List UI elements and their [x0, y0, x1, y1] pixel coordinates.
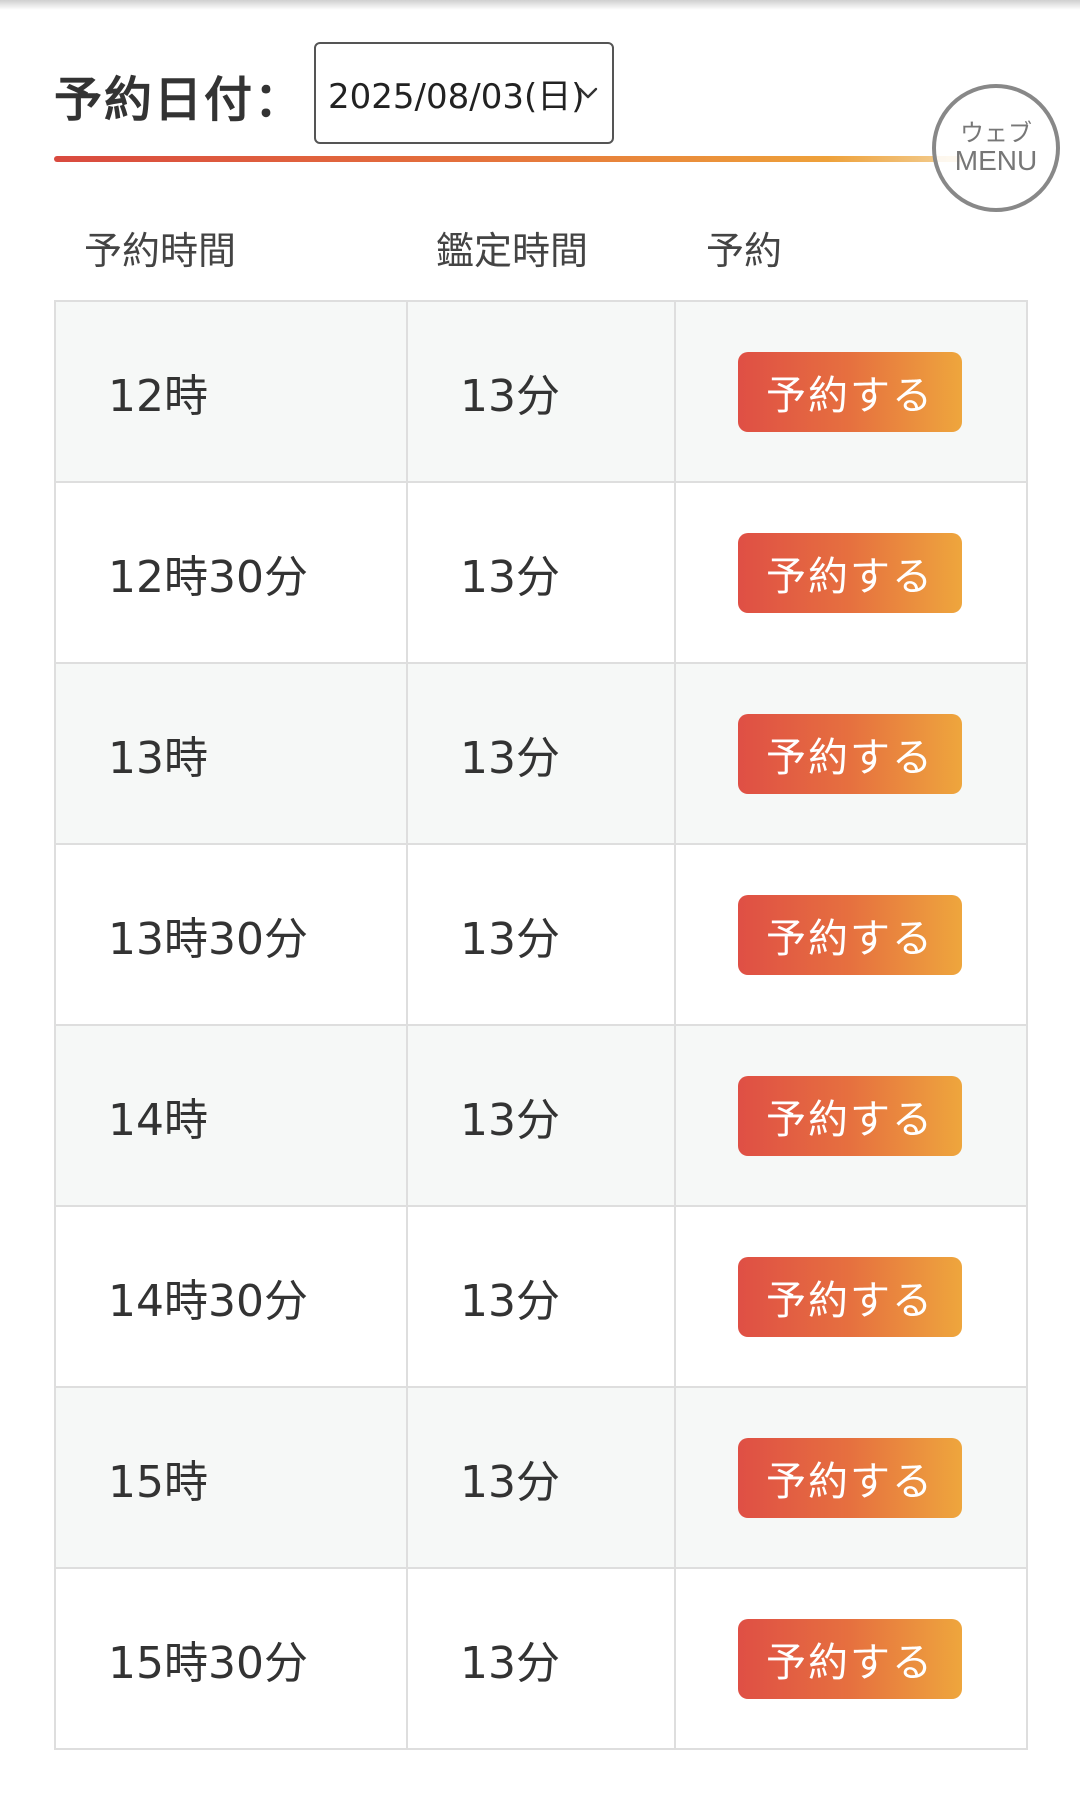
- time-cell: 12時: [54, 300, 408, 483]
- table-row: 15時 13分 予約する: [54, 1386, 1028, 1569]
- reserve-button[interactable]: 予約する: [738, 894, 962, 975]
- time-cell: 14時: [54, 1024, 408, 1207]
- time-cell: 13時: [54, 662, 408, 845]
- time-cell: 15時: [54, 1386, 408, 1569]
- web-menu-label-bottom: MENU: [954, 144, 1038, 176]
- table-row: 15時30分 13分 予約する: [54, 1567, 1028, 1750]
- header-reserve: 予約: [706, 229, 783, 273]
- duration-cell: 13分: [406, 1567, 676, 1750]
- accent-divider: [54, 156, 964, 162]
- table-row: 13時 13分 予約する: [54, 662, 1028, 845]
- chevron-down-icon: [578, 87, 598, 99]
- table-row: 12時 13分 予約する: [54, 300, 1028, 483]
- date-select-value: 2025/08/03(日): [328, 76, 585, 117]
- book-cell: 予約する: [674, 843, 1028, 1026]
- reserve-button[interactable]: 予約する: [738, 1437, 962, 1518]
- date-select[interactable]: 2025/08/03(日): [314, 42, 614, 144]
- date-row: 予約日付：: [54, 40, 304, 150]
- duration-cell: 13分: [406, 481, 676, 664]
- book-cell: 予約する: [674, 481, 1028, 664]
- header-reading-time: 鑑定時間: [436, 229, 589, 273]
- book-cell: 予約する: [674, 1567, 1028, 1750]
- reserve-button[interactable]: 予約する: [738, 1075, 962, 1156]
- reserve-button[interactable]: 予約する: [738, 1256, 962, 1337]
- book-cell: 予約する: [674, 300, 1028, 483]
- date-label: 予約日付：: [54, 72, 305, 128]
- reserve-button[interactable]: 予約する: [738, 532, 962, 613]
- time-cell: 12時30分: [54, 481, 408, 664]
- table-row: 13時30分 13分 予約する: [54, 843, 1028, 1026]
- time-cell: 15時30分: [54, 1567, 408, 1750]
- table-row: 14時30分 13分 予約する: [54, 1205, 1028, 1388]
- table-row: 14時 13分 予約する: [54, 1024, 1028, 1207]
- book-cell: 予約する: [674, 662, 1028, 845]
- duration-cell: 13分: [406, 1024, 676, 1207]
- top-shadow: [0, 0, 1080, 10]
- time-cell: 13時30分: [54, 843, 408, 1026]
- reserve-button[interactable]: 予約する: [738, 713, 962, 794]
- book-cell: 予約する: [674, 1024, 1028, 1207]
- web-menu-button[interactable]: ウェブ MENU: [932, 84, 1060, 212]
- table-headers: 予約時間 鑑定時間 予約: [0, 210, 1080, 280]
- reserve-button[interactable]: 予約する: [738, 1618, 962, 1699]
- reservation-table: 12時 13分 予約する 12時30分 13分 予約する 13時 13分 予約す…: [54, 300, 1028, 1750]
- table-row: 12時30分 13分 予約する: [54, 481, 1028, 664]
- time-cell: 14時30分: [54, 1205, 408, 1388]
- header-reservation-time: 予約時間: [84, 229, 237, 273]
- duration-cell: 13分: [406, 662, 676, 845]
- duration-cell: 13分: [406, 1386, 676, 1569]
- duration-cell: 13分: [406, 300, 676, 483]
- duration-cell: 13分: [406, 1205, 676, 1388]
- duration-cell: 13分: [406, 843, 676, 1026]
- book-cell: 予約する: [674, 1205, 1028, 1388]
- reserve-button[interactable]: 予約する: [738, 351, 962, 432]
- web-menu-label-top: ウェブ: [960, 118, 1032, 147]
- book-cell: 予約する: [674, 1386, 1028, 1569]
